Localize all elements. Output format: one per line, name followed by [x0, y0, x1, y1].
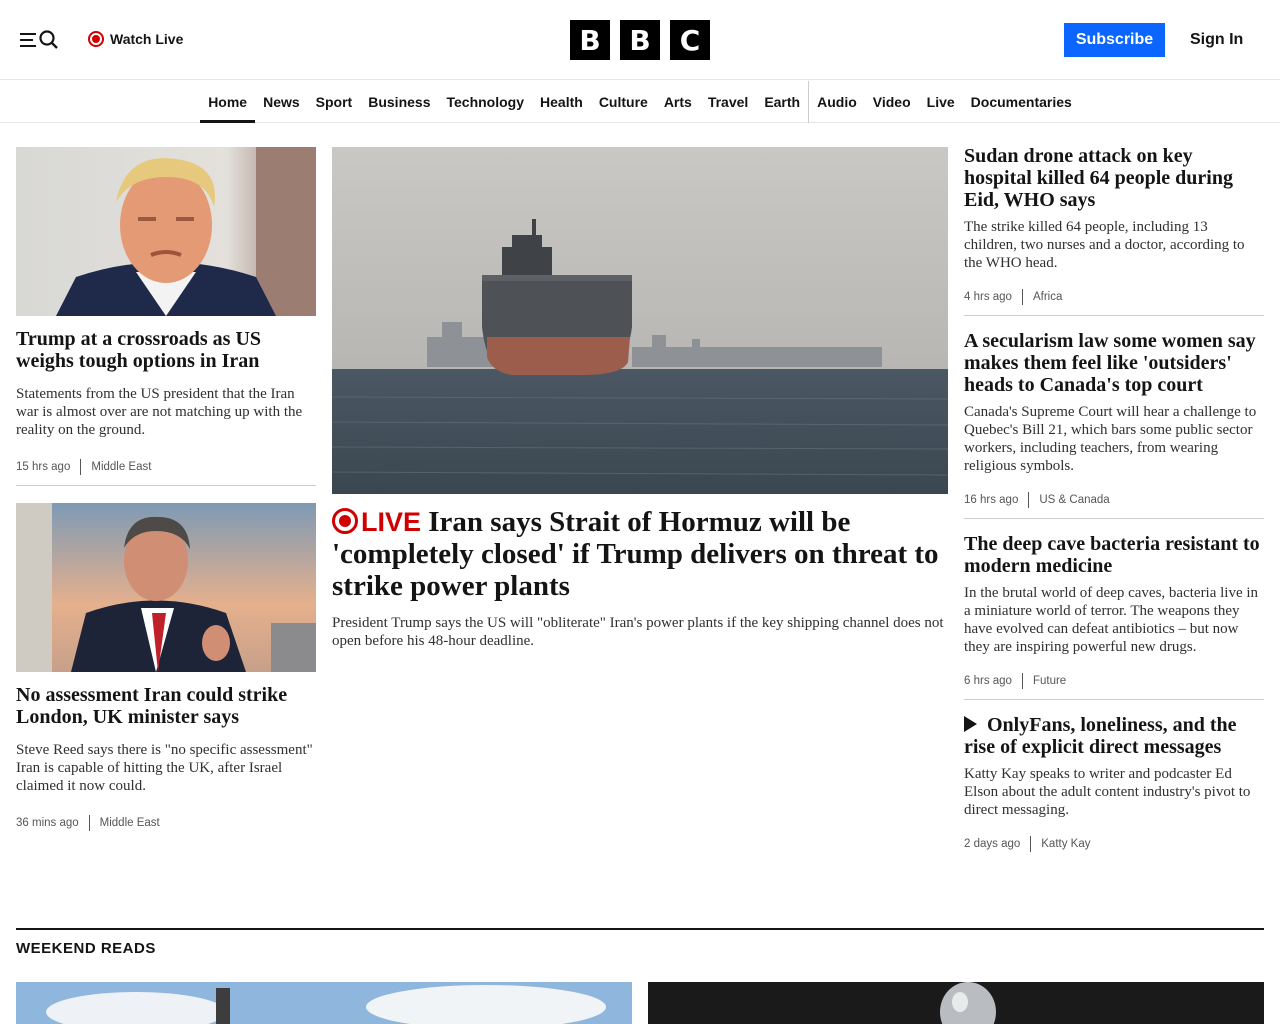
subscribe-button[interactable]: Subscribe — [1064, 23, 1165, 57]
weekend-reads-section: WEEKEND READS — [16, 928, 1264, 957]
story-item-sudan[interactable]: Sudan drone attack on key hospital kille… — [964, 145, 1264, 316]
weekend-photo-left[interactable] — [16, 982, 632, 1024]
story-time: 36 mins ago — [16, 817, 79, 829]
menu-icon — [20, 33, 36, 47]
story-divider — [964, 315, 1264, 316]
story-summary: The strike killed 64 people, including 1… — [964, 219, 1245, 271]
story-meta: 6 hrs ago Future — [964, 673, 1264, 689]
steve-reed-photo[interactable] — [16, 503, 316, 672]
nav-item-sport[interactable]: Sport — [308, 81, 361, 123]
story-headline[interactable]: No assessment Iran could strike London, … — [16, 684, 316, 728]
live-label: LIVE — [361, 507, 422, 537]
live-icon — [332, 508, 358, 534]
weekend-photo-right[interactable] — [648, 982, 1264, 1024]
story-summary: In the brutal world of deep caves, bacte… — [964, 585, 1259, 655]
bbc-logo[interactable]: B B C — [570, 20, 710, 60]
story-time: 16 hrs ago — [964, 494, 1019, 506]
story-summary: Katty Kay speaks to writer and podcaster… — [964, 766, 1251, 818]
lead-summary: President Trump says the US will "oblite… — [332, 615, 944, 649]
sign-in-button[interactable]: Sign In — [1190, 23, 1243, 57]
story-item-onlyfans[interactable]: OnlyFans, loneliness, and the rise of ex… — [964, 714, 1264, 852]
story-time: 6 hrs ago — [964, 675, 1012, 687]
story-tag[interactable]: Africa — [1023, 291, 1062, 303]
nav-item-home[interactable]: Home — [200, 81, 256, 123]
nav-item-technology[interactable]: Technology — [438, 81, 532, 123]
story-meta: 15 hrs ago Middle East — [16, 459, 316, 475]
logo-block-2: B — [620, 20, 660, 60]
search-icon — [39, 30, 58, 49]
story-item-bacteria[interactable]: The deep cave bacteria resistant to mode… — [964, 533, 1264, 700]
nav-item-business[interactable]: Business — [360, 81, 438, 123]
site-header: Watch Live B B C Subscribe Sign In — [0, 0, 1280, 80]
story-time: 2 days ago — [964, 838, 1021, 850]
story-card-trump[interactable]: Trump at a crossroads as US weighs tough… — [16, 147, 316, 486]
lead-headline-text: Iran says Strait of Hormuz will be 'comp… — [332, 506, 939, 602]
story-meta: 16 hrs ago US & Canada — [964, 492, 1264, 508]
nav-item-video[interactable]: Video — [865, 81, 919, 123]
story-summary: Statements from the US president that th… — [16, 386, 303, 438]
story-meta: 4 hrs ago Africa — [964, 289, 1264, 305]
main-nav: Home News Sport Business Technology Heal… — [0, 81, 1280, 123]
nav-item-news[interactable]: News — [255, 81, 308, 123]
nav-item-live[interactable]: Live — [919, 81, 963, 123]
story-headline[interactable]: Sudan drone attack on key hospital kille… — [964, 145, 1264, 211]
story-time: 15 hrs ago — [16, 461, 71, 473]
story-item-quebec[interactable]: A secularism law some women say makes th… — [964, 330, 1264, 519]
nav-item-culture[interactable]: Culture — [591, 81, 656, 123]
story-tag[interactable]: US & Canada — [1029, 494, 1109, 506]
story-divider — [964, 518, 1264, 519]
right-column: Sudan drone attack on key hospital kille… — [964, 145, 1264, 852]
menu-search-button[interactable] — [20, 26, 64, 54]
story-headline[interactable]: A secularism law some women say makes th… — [964, 330, 1264, 396]
trump-photo[interactable] — [16, 147, 316, 316]
play-icon — [964, 716, 977, 732]
story-summary: Canada's Supreme Court will hear a chall… — [964, 404, 1257, 474]
nav-item-arts[interactable]: Arts — [656, 81, 700, 123]
story-headline[interactable]: Trump at a crossroads as US weighs tough… — [16, 328, 316, 372]
story-divider — [16, 485, 316, 486]
story-headline[interactable]: OnlyFans, loneliness, and the rise of ex… — [964, 714, 1264, 758]
nav-item-health[interactable]: Health — [532, 81, 591, 123]
story-meta: 36 mins ago Middle East — [16, 815, 316, 831]
logo-block-3: C — [670, 20, 710, 60]
story-headline[interactable]: The deep cave bacteria resistant to mode… — [964, 533, 1264, 577]
tanker-photo[interactable] — [332, 147, 948, 494]
story-headline-text: OnlyFans, loneliness, and the rise of ex… — [964, 714, 1237, 758]
nav-item-audio[interactable]: Audio — [808, 81, 865, 123]
story-tag[interactable]: Middle East — [90, 817, 160, 829]
watch-live-link[interactable]: Watch Live — [88, 28, 183, 50]
story-time: 4 hrs ago — [964, 291, 1012, 303]
story-tag[interactable]: Middle East — [81, 461, 151, 473]
nav-item-travel[interactable]: Travel — [700, 81, 756, 123]
section-title: WEEKEND READS — [16, 940, 156, 957]
story-card-reed[interactable]: No assessment Iran could strike London, … — [16, 503, 316, 831]
lead-headline[interactable]: LIVE Iran says Strait of Hormuz will be … — [332, 506, 948, 602]
story-meta: 2 days ago Katty Kay — [964, 836, 1264, 852]
story-divider — [964, 699, 1264, 700]
lead-story[interactable]: LIVE Iran says Strait of Hormuz will be … — [332, 147, 948, 650]
nav-item-documentaries[interactable]: Documentaries — [963, 81, 1080, 123]
logo-block-1: B — [570, 20, 610, 60]
story-summary: Steve Reed says there is "no specific as… — [16, 742, 313, 794]
nav-item-earth[interactable]: Earth — [756, 81, 808, 123]
live-icon — [88, 31, 104, 47]
watch-live-label: Watch Live — [110, 31, 184, 47]
story-tag[interactable]: Future — [1023, 675, 1066, 687]
story-tag[interactable]: Katty Kay — [1031, 838, 1090, 850]
